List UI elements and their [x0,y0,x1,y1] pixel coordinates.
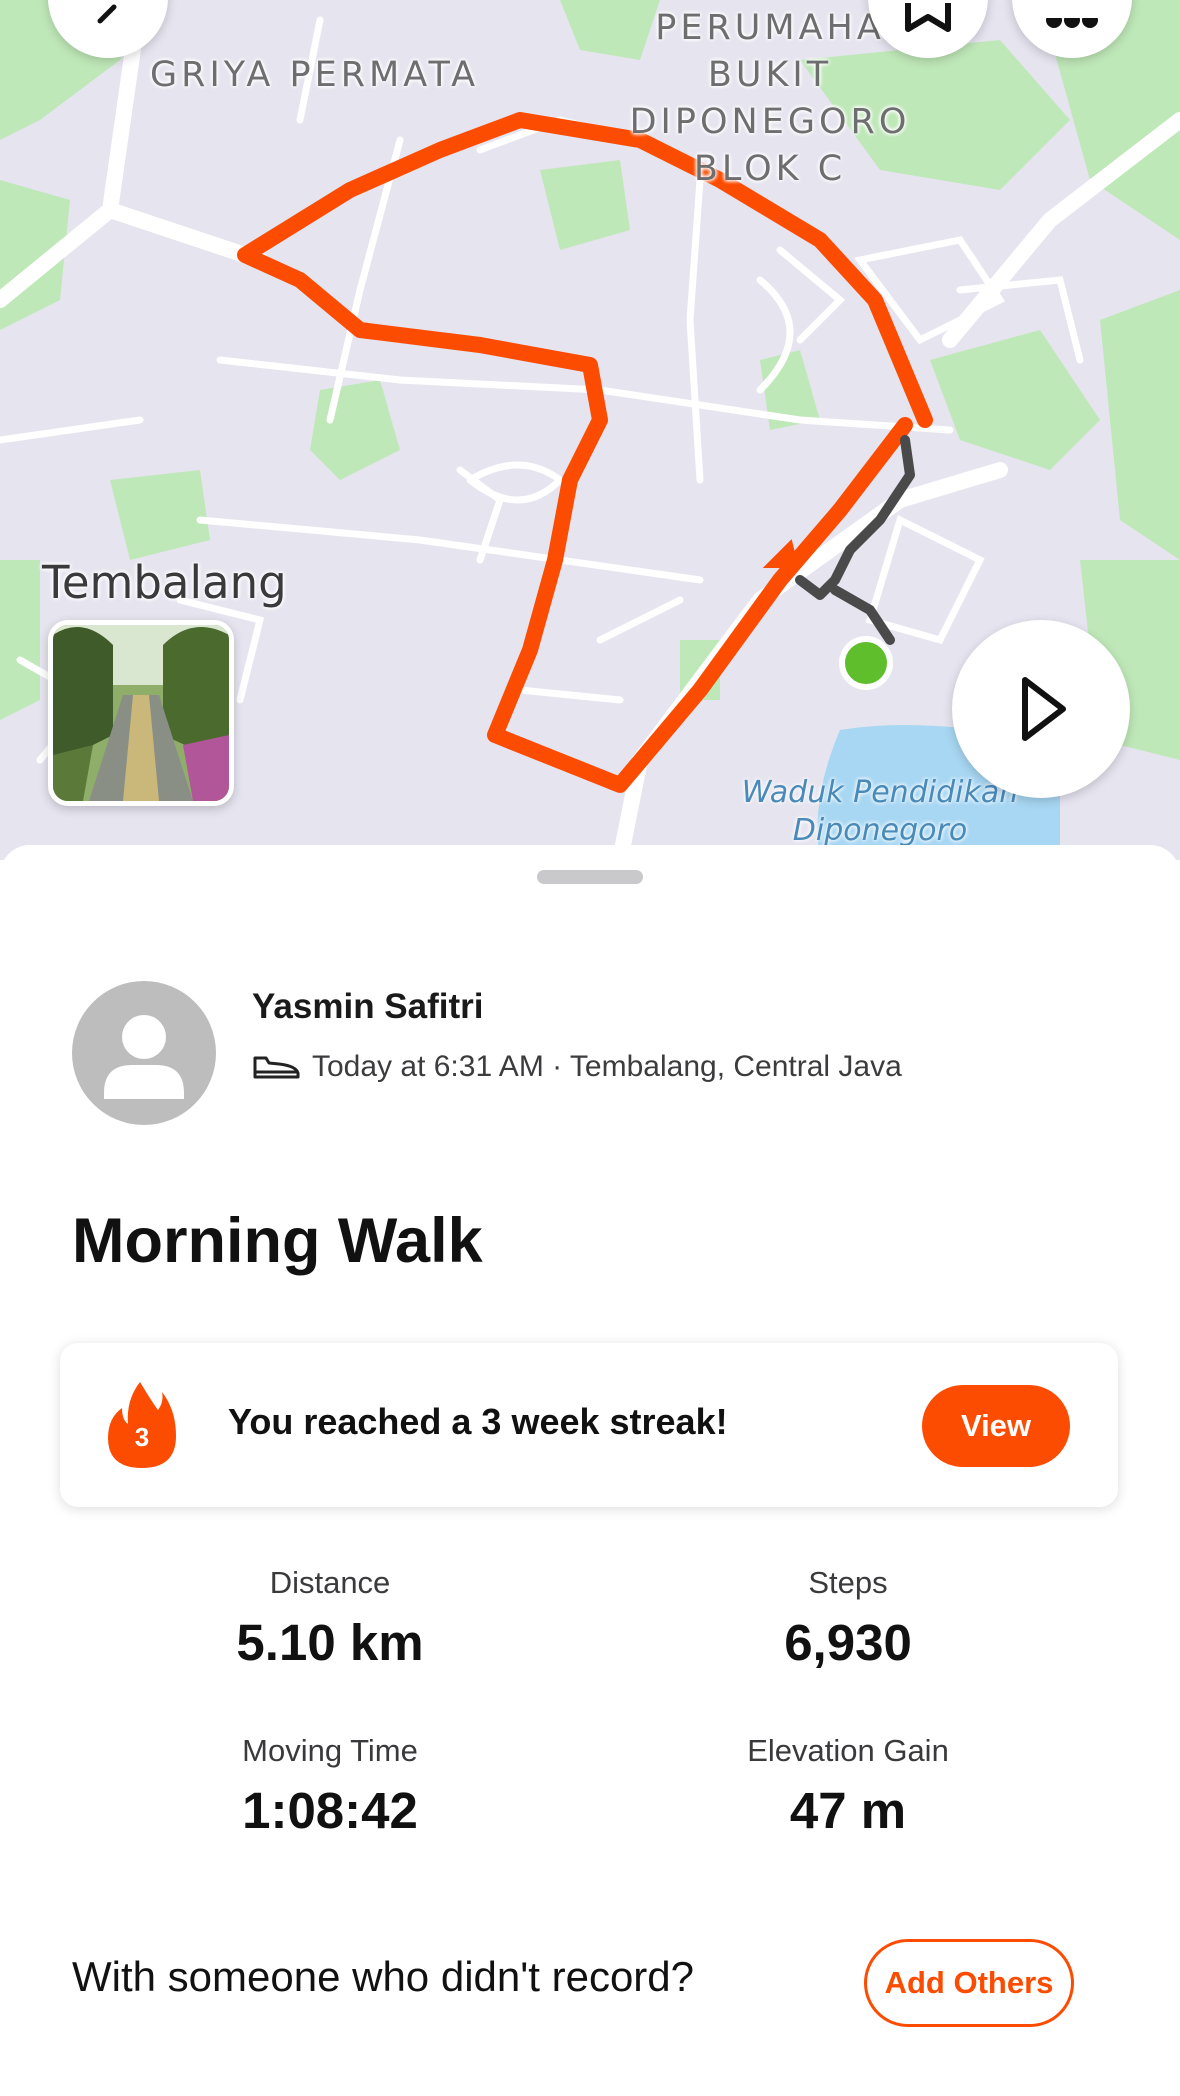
start-marker [839,636,893,690]
map-label-perumahan-line3: DIPONEGORO [629,102,911,142]
more-horizontal-icon [1046,18,1098,28]
route-map[interactable]: GRIYA PERMATA PERUMAHA BUKIT DIPONEGORO … [0,0,1180,860]
streak-view-button[interactable]: View [922,1385,1070,1467]
add-others-button[interactable]: Add Others [864,1939,1074,2027]
stat-label: Distance [269,1565,391,1600]
map-label-waduk: Waduk Pendidikan Diponegoro [720,774,1040,850]
walking-shoe-icon [253,1056,300,1079]
user-placeholder-icon [104,1015,184,1099]
activity-meta: Today at 6:31 AM · Tembalang, Central Ja… [252,1050,902,1084]
stat-value: 47 m [789,1782,907,1839]
sheet-drag-handle[interactable] [537,870,643,884]
avatar[interactable] [72,981,216,1125]
athlete-name[interactable]: Yasmin Safitri [252,987,483,1027]
stat-elevation-gain: Elevation Gain 47 m [648,1733,1048,1840]
add-others-prompt: With someone who didn't record? [72,1953,695,2000]
photo-image [53,625,229,801]
stat-value: 5.10 km [236,1614,424,1671]
route-direction-arrow [762,539,799,568]
play-flyover-button[interactable] [952,620,1130,798]
streak-message: You reached a 3 week streak! [228,1401,728,1442]
stat-label: Steps [808,1565,888,1600]
map-label-perumahan-line4: BLOK C [693,149,847,189]
stat-label: Elevation Gain [747,1733,949,1768]
chevron-left-icon [97,4,117,24]
stat-value: 6,930 [784,1614,912,1671]
stat-value: 1:08:42 [242,1782,418,1839]
map-label-griya-permata: GRIYA PERMATA [150,55,480,95]
stat-distance: Distance 5.10 km [130,1565,530,1672]
play-icon [1022,677,1066,741]
map-label-perumahan-line2: BUKIT [707,55,833,95]
bookmark-icon [905,3,951,32]
map-label-tembalang: Tembalang [42,556,287,609]
streak-flame-icon: 3 [106,1380,178,1477]
stat-steps: Steps 6,930 [648,1565,1048,1672]
activity-photo-thumbnail[interactable] [48,620,234,806]
activity-detail-sheet: Yasmin Safitri Today at 6:31 AM · Tembal… [0,845,1180,2096]
stat-label: Moving Time [242,1733,418,1768]
streak-count: 3 [134,1422,150,1452]
activity-title: Morning Walk [72,1206,483,1276]
stat-moving-time: Moving Time 1:08:42 [130,1733,530,1840]
activity-date-location: Today at 6:31 AM · Tembalang, Central Ja… [312,1050,902,1083]
